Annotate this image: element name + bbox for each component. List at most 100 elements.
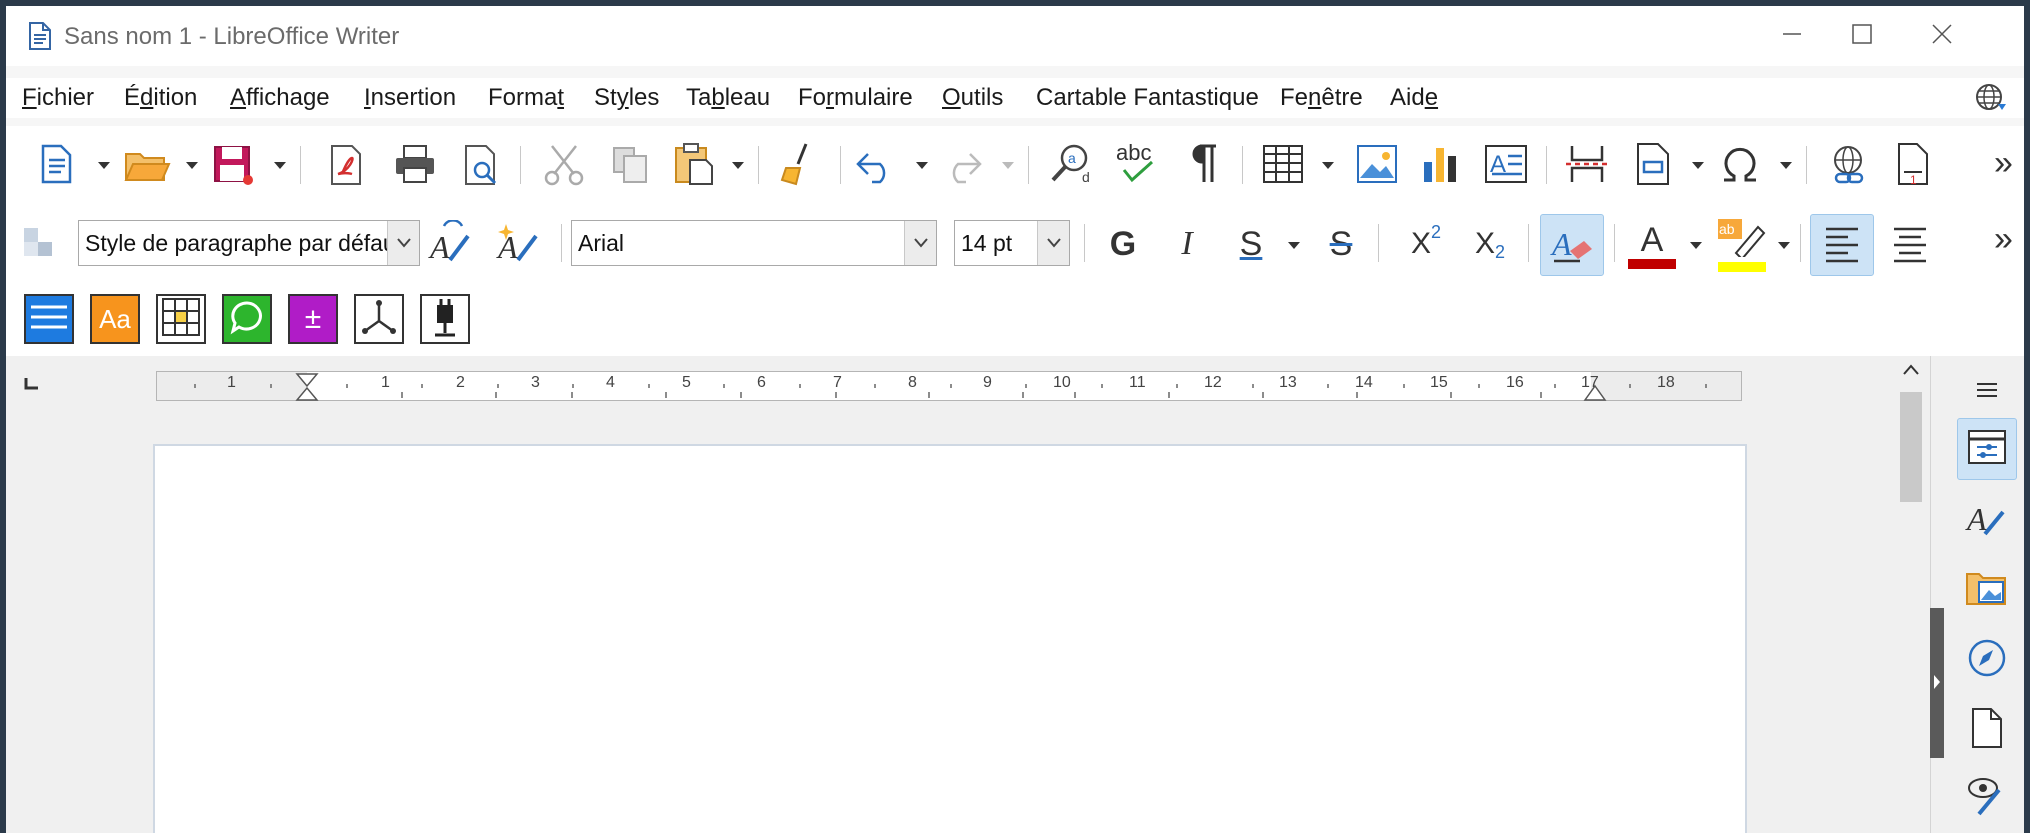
cartable-math-button[interactable]: ± (288, 294, 338, 344)
sidebar-style-inspector-button[interactable] (1957, 768, 2017, 828)
sidebar-gallery-button[interactable] (1957, 560, 2017, 620)
insert-field-button[interactable] (1634, 142, 1674, 191)
export-pdf-button[interactable] (328, 144, 368, 191)
insert-image-button[interactable] (1356, 144, 1398, 189)
chevron-down-icon[interactable] (274, 162, 286, 169)
sidebar-properties-button[interactable] (1957, 418, 2017, 480)
cartable-table-button[interactable] (156, 294, 206, 344)
page-break-button[interactable] (1566, 144, 1608, 189)
menu-formulaire[interactable]: Formulaire (798, 84, 913, 112)
formatting-marks-button[interactable] (1188, 142, 1220, 189)
subscript-button[interactable]: X2 (1462, 220, 1518, 268)
vertical-scrollbar[interactable] (1894, 356, 1928, 833)
align-left-button[interactable] (1810, 214, 1874, 276)
menu-tableau[interactable]: Tableau (686, 84, 770, 112)
chevron-down-icon[interactable] (1322, 162, 1334, 169)
chevron-down-icon[interactable] (1037, 221, 1069, 265)
redo-icon (942, 148, 982, 189)
sidebar-navigator-button[interactable] (1957, 630, 2017, 690)
sidebar-styles-button[interactable]: A (1957, 490, 2017, 550)
clear-formatting-button[interactable]: A (1540, 214, 1604, 276)
font-color-button[interactable]: A (1624, 216, 1680, 274)
cut-icon (544, 144, 584, 191)
sidebar-collapse-handle[interactable] (1930, 608, 1944, 758)
chevron-down-icon[interactable] (732, 162, 744, 169)
insert-textbox-button[interactable]: A (1484, 144, 1528, 189)
document-page[interactable] (153, 444, 1747, 833)
find-replace-button[interactable]: ad (1050, 142, 1094, 191)
scrollbar-thumb[interactable] (1900, 392, 1922, 502)
superscript-button[interactable]: X2 (1398, 220, 1454, 268)
align-center-button[interactable] (1882, 220, 1938, 270)
insert-field-icon (1634, 142, 1674, 191)
undo-button[interactable] (856, 148, 896, 189)
menu-insertion[interactable]: Insertion (364, 84, 456, 112)
chevron-down-icon[interactable] (1690, 242, 1702, 249)
menu-format[interactable]: Format (488, 84, 564, 112)
cartable-font-button[interactable]: Aa (90, 294, 140, 344)
cut-button[interactable] (544, 144, 584, 191)
special-character-button[interactable] (1718, 142, 1762, 189)
tab-stop-icon[interactable] (24, 378, 40, 397)
minimize-button[interactable] (1762, 16, 1822, 56)
strikethrough-button[interactable]: S (1316, 220, 1366, 268)
save-button[interactable] (212, 144, 254, 191)
chevron-down-icon[interactable] (1692, 162, 1704, 169)
sidebar-page-button[interactable] (1957, 700, 2017, 760)
sidebar-menu-button[interactable] (1957, 362, 2017, 422)
menu-aide[interactable]: Aide (1390, 84, 1438, 112)
open-button[interactable] (124, 148, 172, 189)
chevron-down-icon[interactable] (1002, 162, 1014, 169)
italic-button[interactable]: I (1162, 220, 1212, 268)
chevron-down-icon[interactable] (1778, 242, 1790, 249)
highlight-button[interactable]: ab (1714, 216, 1770, 274)
hyperlink-button[interactable] (1828, 144, 1870, 191)
cartable-speech-button[interactable] (222, 294, 272, 344)
chevron-down-icon[interactable] (186, 162, 198, 169)
clone-formatting-button[interactable] (778, 142, 818, 191)
paste-button[interactable] (674, 142, 716, 191)
update-style-button[interactable]: A (428, 219, 476, 273)
font-size-combo[interactable]: 14 pt (954, 220, 1070, 266)
chevron-down-icon[interactable] (916, 162, 928, 169)
insert-table-button[interactable] (1262, 144, 1304, 189)
menu-styles[interactable]: Styles (594, 84, 659, 112)
spelling-button[interactable]: abc (1114, 140, 1158, 191)
chevron-down-icon[interactable] (98, 162, 110, 169)
toolbar-overflow-button[interactable]: » (1994, 144, 2013, 183)
cartable-geometry-button[interactable] (354, 294, 404, 344)
maximize-button[interactable] (1832, 16, 1892, 56)
sidebar-deck: A (1930, 356, 2024, 833)
cartable-plugin-button[interactable] (420, 294, 470, 344)
font-name-combo[interactable]: Arial (571, 220, 937, 266)
menu-outils[interactable]: Outils (942, 84, 1003, 112)
scroll-up-icon[interactable] (1902, 362, 1920, 381)
chevron-down-icon[interactable] (1780, 162, 1792, 169)
menu-cartable-fantastique[interactable]: Cartable Fantastique (1036, 84, 1259, 112)
undo-icon (856, 148, 896, 189)
chevron-down-icon[interactable] (904, 221, 936, 265)
language-globe-icon[interactable] (1974, 82, 2006, 119)
horizontal-ruler[interactable]: 1 1 2 3 4 5 6 7 8 9 10 11 12 13 14 15 16… (156, 371, 1742, 401)
menu-affichage[interactable]: Affichage (230, 84, 330, 112)
close-button[interactable] (1912, 16, 1972, 56)
align-center-icon (1890, 223, 1930, 268)
insert-chart-button[interactable] (1420, 144, 1462, 189)
paragraph-style-combo[interactable]: Style de paragraphe par défaut (78, 220, 420, 266)
print-button[interactable] (394, 144, 436, 189)
cartable-lines-button[interactable] (24, 294, 74, 344)
new-document-button[interactable] (40, 144, 74, 189)
print-preview-button[interactable] (462, 144, 502, 191)
copy-button[interactable] (610, 144, 650, 189)
new-style-button[interactable]: A (496, 220, 544, 273)
chevron-down-icon[interactable] (1288, 242, 1300, 249)
chevron-down-icon[interactable] (387, 221, 419, 265)
redo-button[interactable] (942, 148, 982, 189)
menu-fichier[interactable]: Fichier (22, 84, 94, 112)
toolbar-overflow-button[interactable]: » (1994, 220, 2013, 259)
underline-button[interactable]: S (1226, 220, 1276, 268)
menu-edition[interactable]: Édition (124, 84, 197, 112)
bold-button[interactable]: G (1098, 220, 1148, 268)
menu-fenetre[interactable]: Fenêtre (1280, 84, 1363, 112)
footnote-button[interactable]: 1 (1896, 142, 1930, 191)
